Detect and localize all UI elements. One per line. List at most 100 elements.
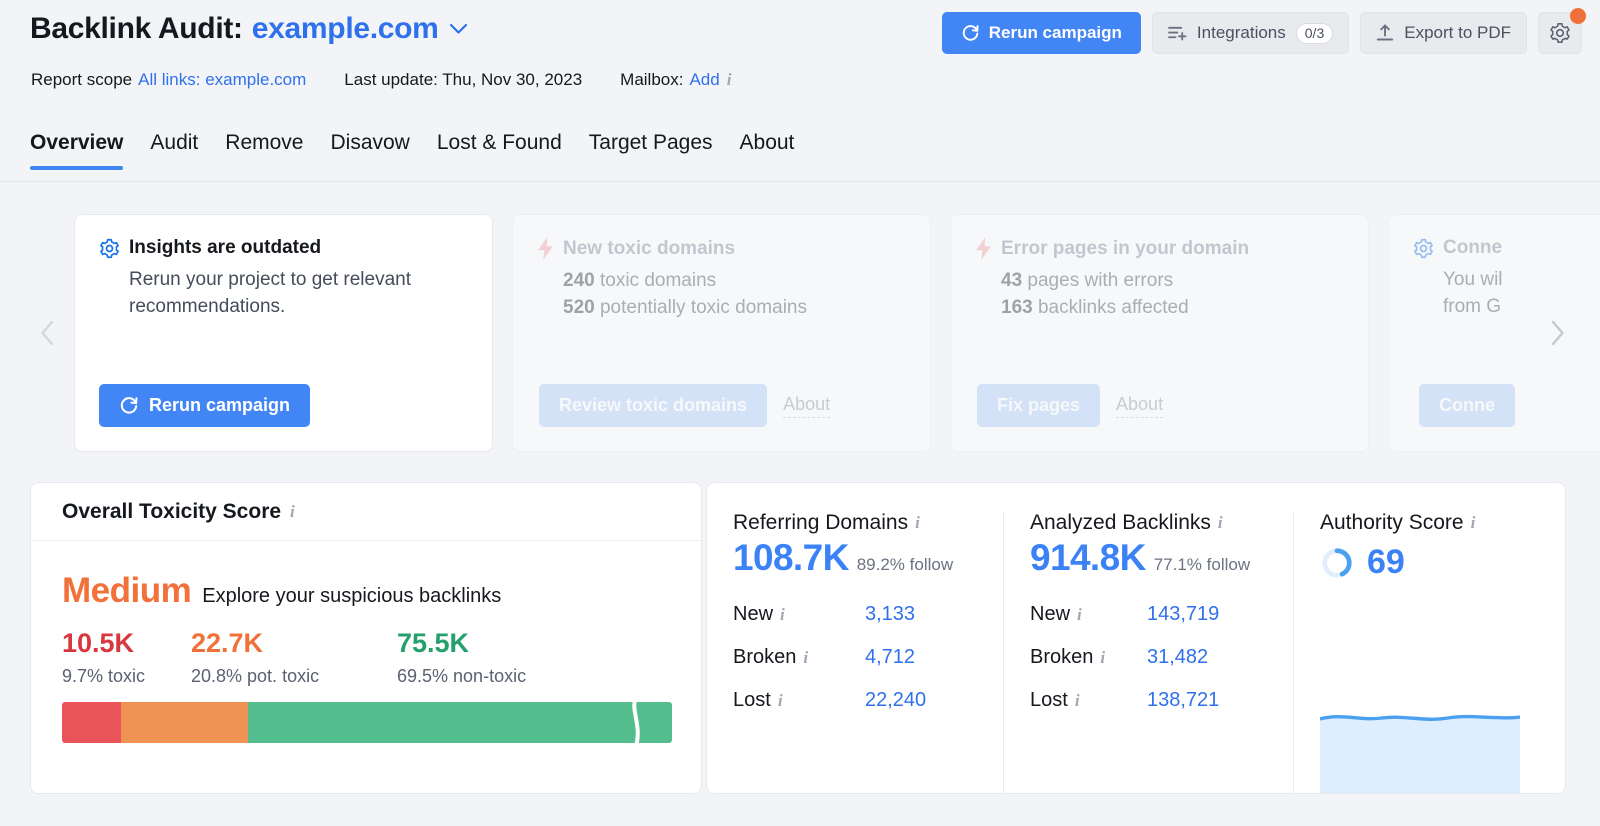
review-toxic-domains-button[interactable]: Review toxic domains xyxy=(539,384,767,427)
insight-card-header: Insights are outdated xyxy=(99,237,468,259)
bar-segment-non-toxic xyxy=(248,702,672,743)
info-icon-new[interactable]: i xyxy=(780,605,785,625)
tab-about[interactable]: About xyxy=(740,131,795,169)
referring-domains-title: Referring Domains xyxy=(733,511,908,535)
referring-domains-total-row: 108.7K 89.2% follow xyxy=(733,537,977,579)
toxicity-panel-header: Overall Toxicity Score i xyxy=(31,483,701,541)
tab-remove[interactable]: Remove xyxy=(225,131,303,169)
referring-domains-follow: 89.2% follow xyxy=(857,555,953,575)
gear-icon xyxy=(1549,22,1571,44)
insight-card-line-1-text: toxic domains xyxy=(600,270,716,291)
row-value[interactable]: 138,721 xyxy=(1147,689,1267,712)
authority-score-value-row: 69 xyxy=(1320,543,1539,582)
insight-card-insights-outdated[interactable]: Insights are outdated Rerun your project… xyxy=(74,214,493,452)
tab-overview[interactable]: Overview xyxy=(30,131,123,169)
authority-score-value: 69 xyxy=(1367,543,1405,582)
insight-card-line-1-number: 240 xyxy=(563,270,595,291)
row-value[interactable]: 31,482 xyxy=(1147,646,1267,669)
insight-card-line-1: 43 pages with errors xyxy=(1001,268,1344,295)
row-value[interactable]: 22,240 xyxy=(865,689,977,712)
toxicity-distribution-bar xyxy=(62,702,672,743)
rerun-campaign-button[interactable]: Rerun campaign xyxy=(942,12,1141,54)
info-icon-lost[interactable]: i xyxy=(1075,691,1080,711)
backlink-audit-page: Backlink Audit: example.com Report scope… xyxy=(0,0,1600,826)
info-icon-broken[interactable]: i xyxy=(803,648,808,668)
fix-pages-button[interactable]: Fix pages xyxy=(977,384,1100,427)
row-value[interactable]: 4,712 xyxy=(865,646,977,669)
rerun-campaign-label: Rerun campaign xyxy=(989,23,1122,43)
integrations-label: Integrations xyxy=(1197,23,1286,43)
report-scope-value[interactable]: All links: example.com xyxy=(138,70,306,90)
page-title-prefix: Backlink Audit: xyxy=(30,12,243,46)
table-row: New i 3,133 xyxy=(733,593,977,636)
info-icon-mailbox[interactable]: i xyxy=(727,70,732,90)
insight-card-title: New toxic domains xyxy=(563,238,735,260)
row-value[interactable]: 143,719 xyxy=(1147,603,1267,626)
tab-audit[interactable]: Audit xyxy=(150,131,198,169)
toxic-count: 10.5K xyxy=(62,628,191,659)
main-tabs: Overview Audit Remove Disavow Lost & Fou… xyxy=(0,128,1600,182)
info-icon-toxicity[interactable]: i xyxy=(290,502,295,522)
analyzed-backlinks-total[interactable]: 914.8K xyxy=(1030,537,1146,579)
connect-button[interactable]: Conne xyxy=(1419,384,1515,427)
info-icon-referring-domains[interactable]: i xyxy=(915,513,920,533)
insight-card-error-pages[interactable]: Error pages in your domain 43 pages with… xyxy=(950,214,1369,452)
settings-button[interactable] xyxy=(1538,12,1582,54)
insight-card-line-2-text: backlinks affected xyxy=(1038,297,1189,318)
toxicity-subtitle: Explore your suspicious backlinks xyxy=(202,585,501,608)
integrations-button[interactable]: Integrations 0/3 xyxy=(1152,12,1349,54)
authority-score-title: Authority Score xyxy=(1320,511,1464,535)
tab-disavow[interactable]: Disavow xyxy=(330,131,409,169)
bar-segment-pot-toxic xyxy=(121,702,248,743)
insight-card-header: Error pages in your domain xyxy=(975,237,1344,260)
insight-card-footer: Conne xyxy=(1419,384,1515,427)
header-meta: Report scope All links: example.com Last… xyxy=(31,70,731,90)
table-row: Broken i 31,482 xyxy=(1030,636,1267,679)
row-label: Broken xyxy=(1030,646,1093,669)
insight-card-header: New toxic domains xyxy=(537,237,906,260)
analyzed-backlinks-follow: 77.1% follow xyxy=(1154,555,1250,575)
info-icon-broken[interactable]: i xyxy=(1100,648,1105,668)
insight-card-body: Rerun your project to get relevant recom… xyxy=(99,267,468,321)
last-update-text: Last update: Thu, Nov 30, 2023 xyxy=(344,70,582,90)
upload-icon xyxy=(1376,24,1394,42)
mailbox-add-link[interactable]: Add xyxy=(689,70,719,90)
insight-card-new-toxic-domains[interactable]: New toxic domains 240 toxic domains 520 … xyxy=(512,214,931,452)
row-value[interactable]: 3,133 xyxy=(865,603,977,626)
about-link[interactable]: About xyxy=(1116,394,1163,418)
insight-card-line-2: 520 potentially toxic domains xyxy=(563,295,906,322)
pot-toxic-percent-label: 20.8% pot. toxic xyxy=(191,666,397,687)
row-label: Broken xyxy=(733,646,796,669)
analyzed-backlinks-column: Analyzed Backlinks i 914.8K 77.1% follow… xyxy=(1003,511,1293,793)
insight-card-line-2: 163 backlinks affected xyxy=(1001,295,1344,322)
table-row: Broken i 4,712 xyxy=(733,636,977,679)
toxicity-breakdown: 10.5K 9.7% toxic 22.7K 20.8% pot. toxic … xyxy=(62,628,670,687)
referring-domains-total[interactable]: 108.7K xyxy=(733,537,849,579)
card-rerun-campaign-button[interactable]: Rerun campaign xyxy=(99,384,310,427)
info-icon-new[interactable]: i xyxy=(1077,605,1082,625)
carousel-prev-button[interactable] xyxy=(32,313,62,353)
insight-card-line-2-number: 520 xyxy=(563,297,595,318)
insight-card-line-1-number: 43 xyxy=(1001,270,1022,291)
export-to-pdf-label: Export to PDF xyxy=(1404,23,1511,43)
about-link[interactable]: About xyxy=(783,394,830,418)
info-icon-analyzed-backlinks[interactable]: i xyxy=(1218,513,1223,533)
insight-card-connect-gsc[interactable]: Conne You wil from G Conne xyxy=(1388,214,1600,452)
table-row: Lost i 138,721 xyxy=(1030,679,1267,722)
tab-target-pages[interactable]: Target Pages xyxy=(589,131,713,169)
chevron-down-icon[interactable] xyxy=(449,23,468,35)
export-to-pdf-button[interactable]: Export to PDF xyxy=(1360,12,1527,54)
bolt-icon xyxy=(975,237,992,260)
insight-card-body: 240 toxic domains 520 potentially toxic … xyxy=(537,268,906,322)
toxic-percent-label: 9.7% toxic xyxy=(62,666,191,687)
insight-card-footer: Review toxic domains About xyxy=(539,384,830,427)
tab-lost-and-found[interactable]: Lost & Found xyxy=(437,131,562,169)
domain-selector-label[interactable]: example.com xyxy=(252,12,439,46)
insight-card-body: You wil from G xyxy=(1413,267,1600,321)
info-icon-lost[interactable]: i xyxy=(778,691,783,711)
info-icon-authority-score[interactable]: i xyxy=(1471,513,1476,533)
insight-card-line-2-number: 163 xyxy=(1001,297,1033,318)
insight-card-line-2-text: potentially toxic domains xyxy=(600,297,807,318)
analyzed-backlinks-rows: New i 143,719 Broken i 31,482 Lost i 138… xyxy=(1030,593,1267,722)
toxicity-segment-non-toxic: 75.5K 69.5% non-toxic xyxy=(397,628,597,687)
